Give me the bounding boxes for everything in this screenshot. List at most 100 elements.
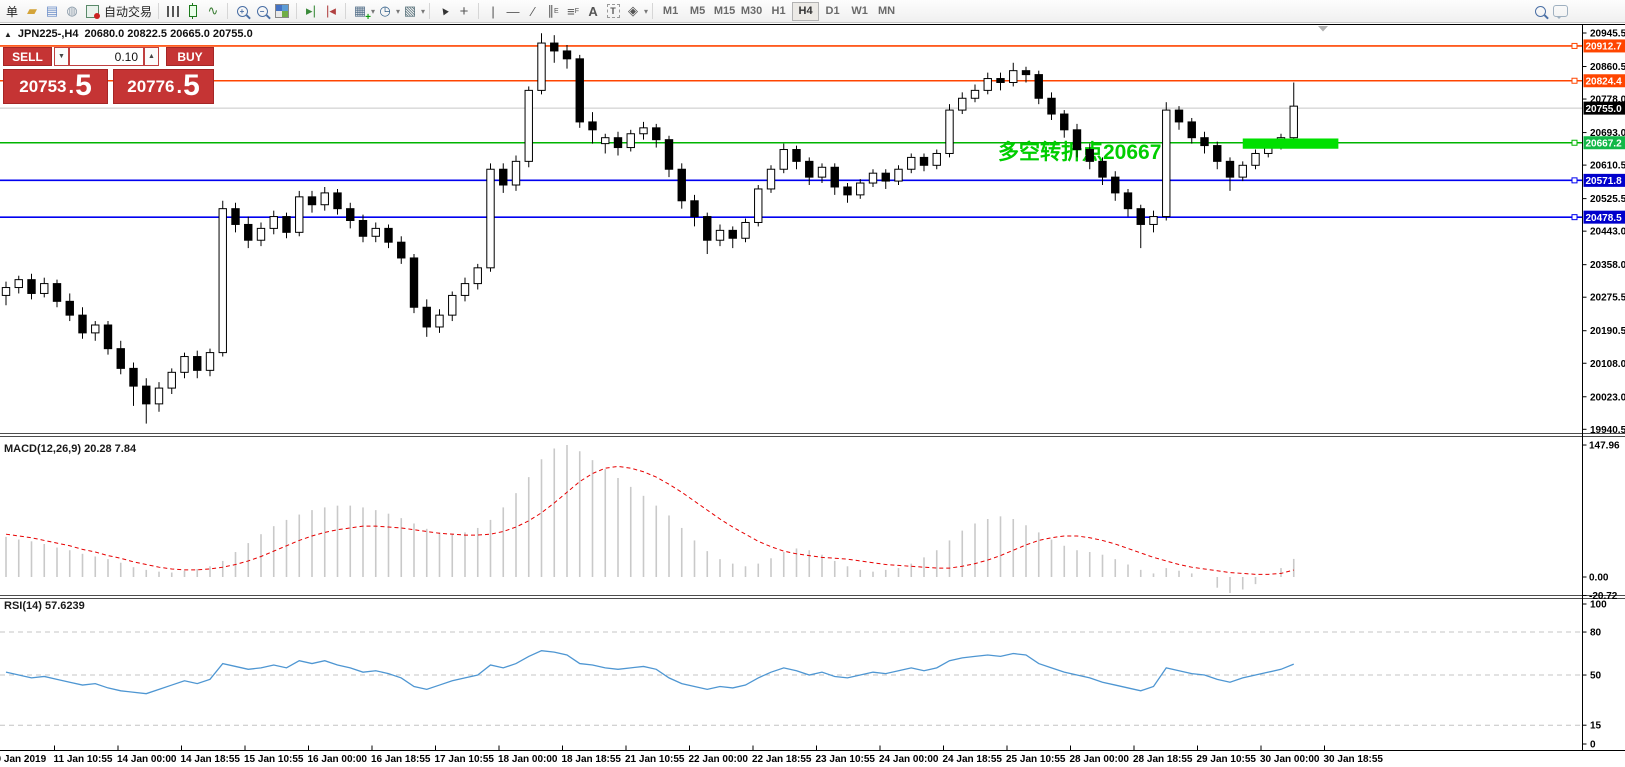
line-end-marker[interactable] [1572,78,1577,83]
candle-body [793,150,800,162]
cursor-icon[interactable]: ▲ [434,2,454,21]
tf-button-MN[interactable]: MN [873,2,900,21]
buy-price-main: 20776 [127,77,174,97]
candle-body [920,157,927,165]
chart-shift-marker[interactable] [1318,26,1328,32]
chat-icon[interactable] [1550,2,1570,21]
trendline-icon[interactable]: ∕ [523,2,543,21]
time-tick-label: 25 Jan 10:55 [1006,754,1066,765]
highlight-rectangle[interactable] [1243,138,1339,148]
candle-body [525,90,532,161]
autotrading-label[interactable]: 自动交易 [102,2,154,21]
bar-chart-icon[interactable] [163,2,183,21]
vertical-line-icon[interactable]: | [483,2,503,21]
candle-body [627,134,634,148]
fibonacci-icon[interactable]: ≡F [563,2,583,21]
tile-windows-icon[interactable] [272,2,292,21]
candle-body [576,59,583,122]
buy-price[interactable]: 20776 . 5 [113,69,214,104]
time-tick-label: 23 Jan 10:55 [816,754,876,765]
candle-body [742,222,749,238]
search-icon[interactable] [1530,2,1550,21]
text-icon[interactable]: A [583,2,603,21]
time-tick-label: 30 Jan 18:55 [1324,754,1384,765]
mt4-trading-platform: { "toolbar": { "new_order_label": "单", "… [0,0,1625,767]
tf-button-M15[interactable]: M15 [711,2,738,21]
time-tick-label: 29 Jan 10:55 [1197,754,1257,765]
candle-body [678,169,685,201]
candle-body [206,353,213,371]
volume-decrease-button[interactable]: ▼ [54,47,69,66]
candle-body [1048,98,1055,114]
tf-button-H4[interactable]: H4 [792,2,819,21]
candle-body [882,173,889,181]
candle-body [1124,193,1131,209]
buy-button[interactable]: BUY [166,47,214,66]
auto-scroll-icon[interactable]: ▸| [301,2,321,21]
text-label-icon[interactable]: T [603,2,623,21]
sell-price[interactable]: 20753 . 5 [3,69,108,104]
horizontal-line-icon[interactable]: ― [503,2,523,21]
timeframe-group: M1M5M15M30H1H4D1W1MN [657,2,900,21]
crosshair-icon[interactable]: + [454,2,474,21]
sell-button[interactable]: SELL [3,47,52,66]
zoom-in-icon[interactable]: + [232,2,252,21]
new-chart-icon[interactable]: ▦ [350,2,370,21]
macd-signal-line [6,466,1294,574]
volume-input[interactable] [69,47,144,66]
main-toolbar: 单 ▰ ▤ ◍ 自动交易 ∿ + − ▸| |◂ ▦ ▾ ◷ ▾ ▧ ▾ ▲ +… [0,0,1625,23]
tf-button-H1[interactable]: H1 [765,2,792,21]
candle-body [831,167,838,187]
candle-body [257,228,264,240]
chevron-down-icon[interactable]: ▾ [421,7,425,16]
chart-shift-icon[interactable]: |◂ [321,2,341,21]
candle-body [449,295,456,315]
toolbar-separator [227,3,228,19]
chart-area[interactable]: 多空转折点20667 20945.520860.520778.020693.02… [0,23,1625,767]
candle-body [270,217,277,229]
chevron-down-icon[interactable]: ▾ [644,7,648,16]
tf-button-M30[interactable]: M30 [738,2,765,21]
line-end-marker[interactable] [1572,178,1577,183]
metaeditor-icon[interactable]: ▤ [42,2,62,21]
candle-body [436,315,443,327]
collapse-arrow-icon[interactable]: ▲ [4,30,12,39]
ingot-icon[interactable]: ▰ [22,2,42,21]
toolbar-separator [652,3,653,19]
candle-body [589,122,596,130]
candlestick-icon[interactable] [183,2,203,21]
tf-button-M1[interactable]: M1 [657,2,684,21]
autotrading-icon[interactable] [82,2,102,21]
volume-increase-button[interactable]: ▲ [144,47,159,66]
equidistant-channel-icon[interactable]: ∥E [543,2,563,21]
time-tick-label: 17 Jan 10:55 [435,754,495,765]
price-badge-label: 20667.2 [1586,139,1623,150]
signals-icon[interactable]: ◍ [62,2,82,21]
tf-button-D1[interactable]: D1 [819,2,846,21]
time-tick-label: 18 Jan 00:00 [498,754,558,765]
candle-body [372,228,379,236]
rsi-tick-label: 15 [1590,721,1602,732]
axes-frame-layer: 20945.520860.520778.020693.020610.520525… [0,25,1625,766]
time-tick-label: 11 Jan 10:55 [54,754,113,765]
line-end-marker[interactable] [1572,43,1577,48]
line-end-marker[interactable] [1572,215,1577,220]
arrows-tool-icon[interactable]: ◈ [623,2,643,21]
periods-clock-icon[interactable]: ◷ [375,2,395,21]
line-end-marker[interactable] [1572,140,1577,145]
candle-body [716,230,723,240]
zoom-out-icon[interactable]: − [252,2,272,21]
line-chart-icon[interactable]: ∿ [203,2,223,21]
tf-button-M5[interactable]: M5 [684,2,711,21]
candle-body [155,388,162,404]
time-tick-label: 16 Jan 18:55 [371,754,431,765]
new-order-button[interactable]: 单 [2,2,22,21]
candle-body [755,189,762,223]
sell-price-main: 20753 [19,77,66,97]
time-tick-label: 16 Jan 00:00 [308,754,368,765]
candle-body [984,79,991,91]
tf-button-W1[interactable]: W1 [846,2,873,21]
one-click-trading-panel: SELL ▼ ▲ BUY 20753 . 5 20776 . 5 [3,44,214,104]
templates-icon[interactable]: ▧ [400,2,420,21]
candle-body [908,157,915,169]
